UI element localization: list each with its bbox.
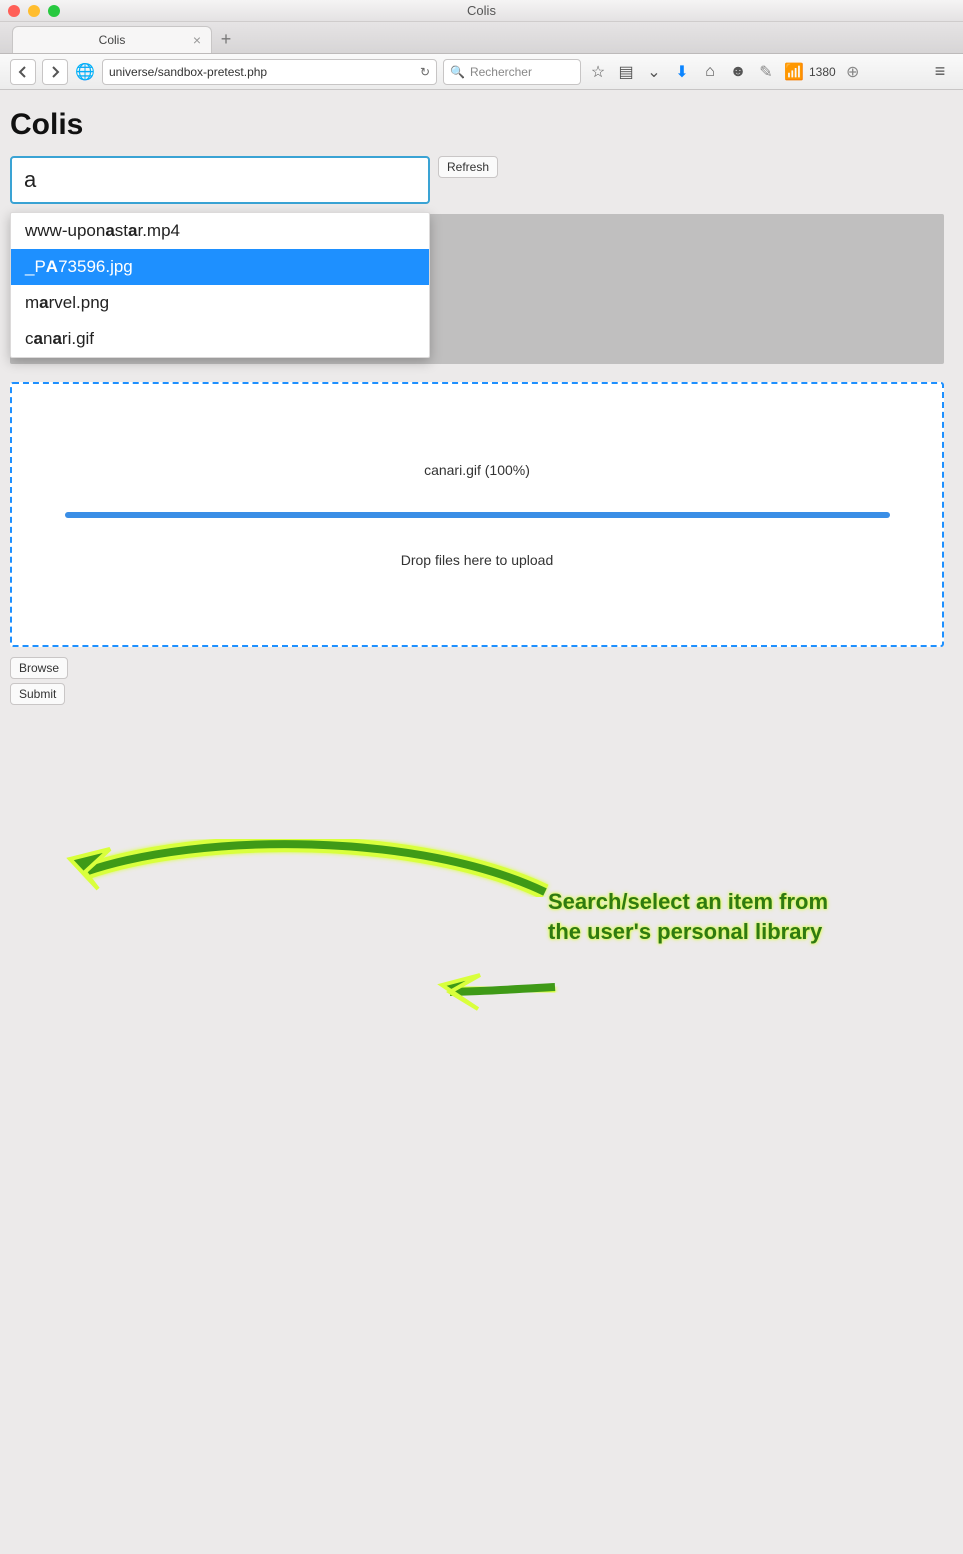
- autocomplete-dropdown: www-uponastar.mp4 _PA73596.jpg marvel.pn…: [10, 212, 430, 358]
- annotation-text: Search/select an item from the user's pe…: [548, 887, 948, 946]
- browser-tab-title: Colis: [99, 33, 126, 47]
- dropzone-hint: Drop files here to upload: [401, 552, 554, 568]
- url-text: universe/sandbox-pretest.php: [109, 65, 267, 79]
- page-content: Colis Refresh www-uponastar.mp4 _PA73596…: [0, 90, 963, 717]
- reload-icon[interactable]: ↻: [420, 65, 430, 79]
- autocomplete-item[interactable]: www-uponastar.mp4: [11, 213, 429, 249]
- close-tab-icon[interactable]: ×: [193, 32, 201, 48]
- library-search-input[interactable]: [10, 156, 430, 204]
- traffic-lights: [8, 5, 60, 17]
- minimize-window-button[interactable]: [28, 5, 40, 17]
- submit-button[interactable]: Submit: [10, 683, 65, 705]
- browser-search-bar[interactable]: 🔍 Rechercher: [443, 59, 581, 85]
- browser-toolbar: 🌐 universe/sandbox-pretest.php ↻ 🔍 Reche…: [0, 54, 963, 90]
- rss-icon: 📶: [783, 62, 805, 82]
- zoom-window-button[interactable]: [48, 5, 60, 17]
- autocomplete-item[interactable]: canari.gif: [11, 321, 429, 357]
- back-button[interactable]: [10, 59, 36, 85]
- rss-indicator[interactable]: 📶 1380: [783, 62, 836, 82]
- autocomplete-item-selected[interactable]: _PA73596.jpg: [11, 249, 429, 285]
- upload-file-status: canari.gif (100%): [424, 462, 530, 478]
- window-title: Colis: [0, 3, 963, 18]
- chat-icon[interactable]: ☻: [727, 63, 749, 81]
- browser-search-placeholder: Rechercher: [470, 65, 532, 79]
- upload-dropzone[interactable]: canari.gif (100%) Drop files here to upl…: [10, 382, 944, 647]
- download-icon[interactable]: ⬇: [671, 62, 693, 82]
- upload-progress-bar: [65, 512, 890, 518]
- globe-icon: 🌐: [74, 62, 96, 82]
- addon-icon[interactable]: ✎: [755, 62, 777, 82]
- browser-tab-strip: Colis × +: [0, 22, 963, 54]
- autocomplete-item[interactable]: marvel.png: [11, 285, 429, 321]
- search-icon: 🔍: [450, 65, 465, 79]
- hamburger-menu-icon[interactable]: ≡: [927, 61, 953, 82]
- annotation-arrows: [0, 717, 963, 1554]
- search-row: Refresh: [10, 156, 953, 204]
- window-titlebar: Colis: [0, 0, 963, 22]
- close-window-button[interactable]: [8, 5, 20, 17]
- pocket-icon[interactable]: ⌄: [643, 62, 665, 82]
- refresh-button[interactable]: Refresh: [438, 156, 498, 178]
- rss-count: 1380: [809, 65, 836, 79]
- browser-tab[interactable]: Colis ×: [12, 26, 212, 53]
- forward-button[interactable]: [42, 59, 68, 85]
- new-tab-button[interactable]: +: [212, 26, 240, 53]
- reader-icon[interactable]: ▤: [615, 62, 637, 82]
- url-bar[interactable]: universe/sandbox-pretest.php ↻: [102, 59, 437, 85]
- arrow-left-icon: [16, 65, 30, 79]
- home-icon[interactable]: ⌂: [699, 63, 721, 81]
- upload-progress-fill: [65, 512, 890, 518]
- page-title: Colis: [10, 108, 953, 142]
- arrow-right-icon: [48, 65, 62, 79]
- bookmark-star-icon[interactable]: ☆: [587, 62, 609, 82]
- sync-icon[interactable]: ⊕: [842, 62, 864, 82]
- browse-button[interactable]: Browse: [10, 657, 68, 679]
